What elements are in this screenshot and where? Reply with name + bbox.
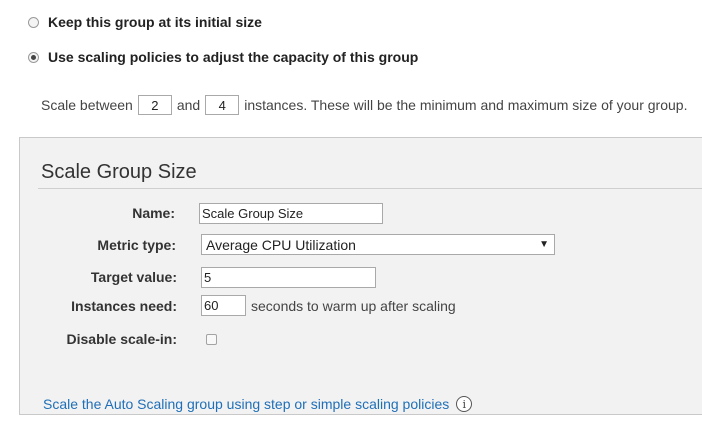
radio-keep-initial-size[interactable]	[28, 16, 39, 28]
panel-divider	[38, 188, 702, 189]
scale-between-suffix: instances. These will be the minimum and…	[244, 97, 688, 113]
target-value-label: Target value:	[90, 269, 177, 285]
warmup-suffix: seconds to warm up after scaling	[251, 298, 456, 314]
step-scaling-link-row: Scale the Auto Scaling group using step …	[43, 396, 473, 412]
option-use-scaling-policies[interactable]: Use scaling policies to adjust the capac…	[28, 49, 418, 65]
target-value-input[interactable]: 5	[201, 267, 376, 288]
metric-type-value: Average CPU Utilization	[206, 236, 356, 253]
chevron-down-icon: ▼	[539, 239, 549, 250]
name-label: Name:	[132, 205, 175, 221]
option-keep-initial-size-label: Keep this group at its initial size	[48, 14, 262, 30]
metric-type-select[interactable]: Average CPU Utilization ▼	[201, 234, 555, 255]
warmup-label: Instances need:	[71, 298, 177, 314]
step-scaling-link[interactable]: Scale the Auto Scaling group using step …	[43, 396, 449, 412]
disable-scale-in-checkbox[interactable]	[206, 334, 217, 345]
scaling-policy-form: Keep this group at its initial size Use …	[0, 0, 702, 426]
name-input[interactable]: Scale Group Size	[199, 203, 383, 224]
scale-between-and: and	[176, 97, 201, 113]
scale-group-size-panel: Scale Group Size Name: Scale Group Size …	[19, 137, 702, 415]
disable-scale-in-label: Disable scale-in:	[66, 331, 178, 347]
scale-between-prefix: Scale between	[41, 97, 133, 113]
option-keep-initial-size[interactable]: Keep this group at its initial size	[28, 14, 262, 30]
radio-use-scaling-policies[interactable]	[28, 51, 39, 63]
max-size-input[interactable]: 4	[205, 95, 240, 115]
panel-title: Scale Group Size	[41, 161, 197, 183]
metric-type-label: Metric type:	[97, 237, 176, 253]
warmup-input[interactable]: 60	[201, 295, 246, 316]
info-icon[interactable]: i	[456, 396, 473, 412]
option-use-scaling-policies-label: Use scaling policies to adjust the capac…	[48, 49, 419, 65]
scale-between-row: Scale between 2 and 4 instances. These w…	[41, 95, 687, 115]
min-size-input[interactable]: 2	[137, 95, 172, 115]
